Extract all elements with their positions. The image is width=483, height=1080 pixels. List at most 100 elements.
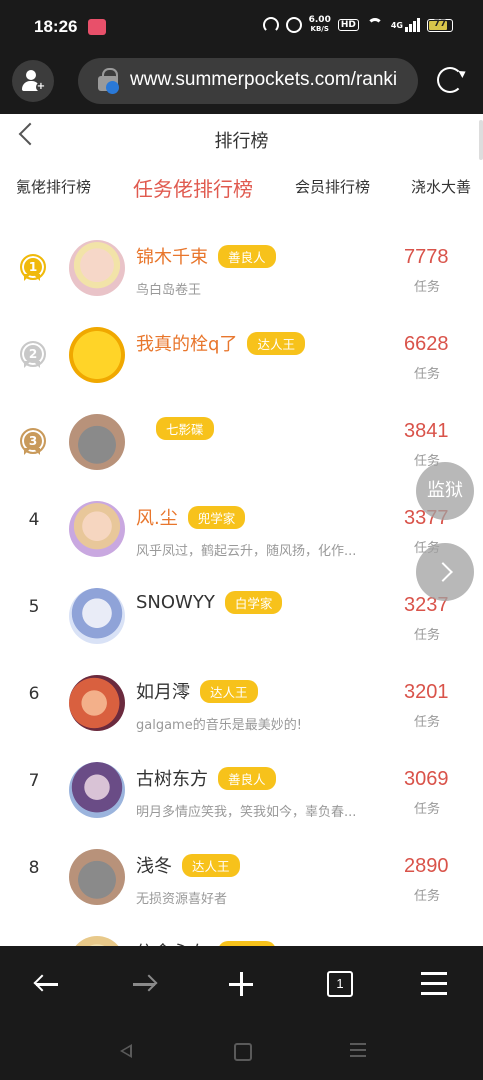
rank-number: 7: [28, 771, 40, 791]
browser-bottom-bar: 1: [0, 946, 483, 1022]
user-name[interactable]: 风.尘: [136, 504, 178, 530]
battery-level: 77: [433, 18, 447, 29]
task-score: 2890: [404, 855, 449, 877]
jail-button[interactable]: 监狱: [416, 462, 474, 520]
user-signature: 鸟白岛卷王: [136, 283, 202, 298]
ranking-row[interactable]: 3 七影碟 3841 任务: [0, 388, 483, 475]
user-signature: 无损资源喜好者: [136, 892, 228, 907]
wifi-icon: [366, 18, 384, 32]
browser-toolbar: + www.summerpockets.com/ranki: [0, 52, 483, 114]
task-score: 3069: [404, 768, 449, 790]
user-signature: galgame的音乐是最美妙的!: [136, 718, 302, 733]
medal-icon: 1: [20, 254, 46, 281]
tabs-button[interactable]: 1: [318, 966, 358, 1002]
name-line: 七影碟: [146, 417, 214, 440]
task-score-label: 任务: [414, 715, 441, 730]
address-bar[interactable]: www.summerpockets.com/ranki: [78, 58, 418, 104]
user-signature: 风乎凤过，鹤起云升，随风扬，化作...: [136, 544, 357, 559]
profile-icon[interactable]: +: [12, 60, 54, 102]
task-score-label: 任务: [414, 889, 441, 904]
user-name[interactable]: 浅冬: [136, 852, 172, 878]
task-score: 3201: [404, 681, 449, 703]
menu-button[interactable]: [414, 966, 454, 1002]
task-score: 6628: [404, 333, 449, 355]
tab-task-ranking[interactable]: 任务佬排行榜: [133, 173, 253, 202]
task-score: 7778: [404, 246, 449, 268]
title-badge: 兜学家: [187, 505, 246, 529]
network-speed-value: 6.00: [308, 15, 331, 25]
network-speed-unit: KB/S: [310, 25, 329, 33]
ranking-list: 1 锦木千束 善良人 鸟白岛卷王 7778 任务 2 我真的栓q了 达人王 66…: [0, 214, 483, 946]
rank-number: 5: [28, 597, 40, 617]
task-score-label: 任务: [414, 280, 441, 295]
medal-icon: 2: [20, 341, 46, 368]
avatar[interactable]: [69, 501, 125, 557]
name-line: 锦木千束 善良人: [136, 243, 276, 269]
ranking-row[interactable]: 6 如月澪 达人王 galgame的音乐是最美妙的! 3201 任务: [0, 649, 483, 736]
avatar[interactable]: [69, 414, 125, 470]
status-bar: 18:26 6.00 KB/S HD 4G 77: [0, 0, 483, 52]
alarm-icon: [285, 17, 302, 33]
ranking-row[interactable]: 5 SNOWYY 白学家 3237 任务: [0, 562, 483, 649]
rank-number: 6: [28, 684, 40, 704]
user-name[interactable]: 古树东方: [136, 765, 208, 791]
task-score-label: 任务: [414, 628, 441, 643]
avatar[interactable]: [69, 240, 125, 296]
next-button[interactable]: [416, 543, 474, 601]
ranking-row[interactable]: 1 锦木千束 善良人 鸟白岛卷王 7778 任务: [0, 214, 483, 301]
ranking-row[interactable]: 8 浅冬 达人王 无损资源喜好者 2890 任务: [0, 823, 483, 910]
avatar[interactable]: [69, 675, 125, 731]
title-badge: 善良人: [218, 244, 276, 268]
ranking-row[interactable]: 4 风.尘 兜学家 风乎凤过，鹤起云升，随风扬，化作... 3377 任务: [0, 475, 483, 562]
name-line: SNOWYY 白学家: [136, 591, 283, 614]
avatar[interactable]: [69, 327, 125, 383]
signal-icon: [405, 18, 420, 32]
user-name[interactable]: 我真的栓q了: [136, 330, 237, 356]
name-line: 风.尘 兜学家: [136, 504, 246, 530]
tab-watering-ranking[interactable]: 浇水大善: [411, 176, 471, 197]
title-badge: 七影碟: [156, 417, 214, 440]
name-line: 我真的栓q了 达人王: [136, 330, 305, 356]
user-name[interactable]: 如月澪: [136, 678, 190, 704]
avatar[interactable]: [69, 849, 125, 905]
user-name[interactable]: SNOWYY: [136, 592, 215, 613]
task-score-label: 任务: [414, 367, 441, 382]
ranking-row[interactable]: 2 我真的栓q了 达人王 6628 任务: [0, 301, 483, 388]
name-line: 如月澪 达人王: [136, 678, 258, 704]
ranking-row[interactable]: 9 信念永存 七影碟: [0, 910, 483, 946]
medal-icon: 3: [20, 428, 46, 455]
user-signature: 明月多情应笑我，笑我如今，辜负春...: [136, 805, 357, 820]
back-button[interactable]: [28, 966, 68, 1002]
arrow-left-icon: [36, 983, 58, 986]
new-tab-button[interactable]: [221, 966, 261, 1002]
site-security-icon[interactable]: [98, 68, 120, 94]
chevron-right-icon: [433, 562, 453, 582]
avatar[interactable]: [69, 936, 125, 946]
title-badge: 善良人: [218, 766, 276, 790]
forward-button[interactable]: [125, 966, 165, 1002]
title-badge: 白学家: [224, 591, 283, 614]
hd-icon: HD: [337, 19, 359, 31]
nav-home-icon[interactable]: [234, 1043, 252, 1061]
url-text[interactable]: www.summerpockets.com/ranki: [130, 69, 397, 91]
title-badge: 达人王: [182, 853, 240, 877]
scrollbar[interactable]: [479, 120, 483, 160]
name-line: 古树东方 善良人: [136, 765, 276, 791]
tab-krypton-ranking[interactable]: 氪佬排行榜: [16, 176, 91, 197]
task-score-label: 任务: [414, 802, 441, 817]
avatar[interactable]: [69, 762, 125, 818]
avatar[interactable]: [69, 588, 125, 644]
network-type: 4G: [390, 20, 403, 30]
name-line: 信念永存 七影碟: [136, 939, 276, 946]
nav-recents-icon[interactable]: [350, 1043, 366, 1057]
reload-icon[interactable]: [437, 67, 463, 93]
network-speed: 6.00 KB/S: [309, 16, 331, 34]
tab-member-ranking[interactable]: 会员排行榜: [295, 176, 370, 197]
user-name[interactable]: 信念永存: [136, 939, 208, 946]
user-name[interactable]: 锦木千束: [136, 243, 208, 269]
headphones-icon: [262, 17, 279, 33]
nav-back-icon[interactable]: [120, 1044, 132, 1058]
ranking-tabs: 氪佬排行榜 任务佬排行榜 会员排行榜 浇水大善: [0, 162, 483, 214]
rank-number: 4: [28, 510, 40, 530]
ranking-row[interactable]: 7 古树东方 善良人 明月多情应笑我，笑我如今，辜负春... 3069 任务: [0, 736, 483, 823]
